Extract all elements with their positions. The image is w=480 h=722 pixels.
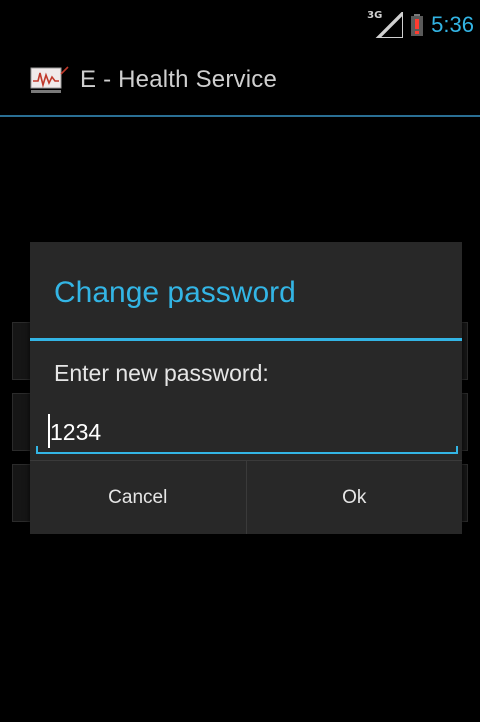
app-title: E - Health Service bbox=[80, 66, 278, 93]
status-bar: 3G 5:36 bbox=[0, 0, 480, 48]
input-underline-tick-right bbox=[456, 446, 458, 454]
new-password-input[interactable] bbox=[44, 414, 450, 450]
cancel-button[interactable]: Cancel bbox=[30, 461, 246, 534]
input-underline-tick-left bbox=[36, 446, 38, 454]
dialog-button-bar: Cancel Ok bbox=[30, 460, 462, 534]
status-icons: 3G 5:36 bbox=[367, 9, 474, 40]
dialog-message: Enter new password: bbox=[54, 360, 269, 386]
dialog-title: Change password bbox=[54, 276, 296, 309]
network-type-label: 3G bbox=[367, 10, 383, 21]
status-time: 5:36 bbox=[431, 12, 474, 37]
password-field[interactable] bbox=[36, 406, 458, 458]
signal-icon: 3G bbox=[367, 9, 405, 39]
dialog-title-divider bbox=[30, 338, 462, 341]
action-bar-divider bbox=[0, 115, 480, 117]
change-password-dialog: Change password Enter new password: Canc… bbox=[30, 242, 462, 534]
action-bar: E - Health Service bbox=[0, 48, 480, 116]
app-screen: 3G 5:36 E - Health Service Change passwo… bbox=[0, 0, 480, 722]
battery-alert-icon bbox=[411, 14, 424, 36]
ok-button[interactable]: Ok bbox=[247, 461, 463, 534]
input-underline bbox=[36, 452, 458, 454]
text-cursor bbox=[48, 414, 50, 448]
heart-monitor-icon[interactable] bbox=[30, 66, 70, 98]
